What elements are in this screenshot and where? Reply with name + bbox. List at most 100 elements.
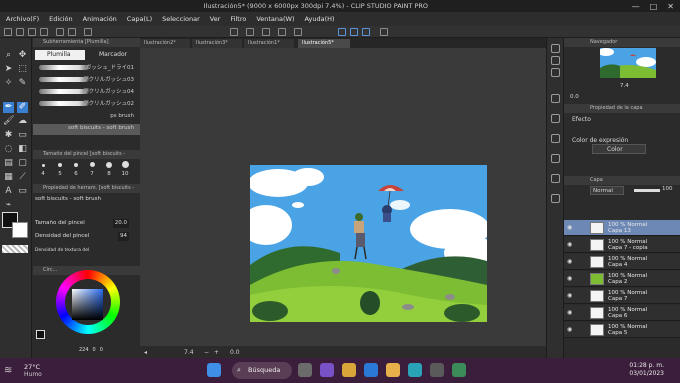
material-icon[interactable] (551, 94, 560, 103)
brush-size-row[interactable]: Tamaño del pincel 20.0 (35, 219, 139, 228)
save-icon[interactable] (40, 28, 48, 36)
blend-icon[interactable]: ◌ (3, 144, 14, 155)
invert-icon[interactable] (262, 28, 270, 36)
tab-marcador[interactable]: Marcador (87, 50, 137, 60)
figure-icon[interactable]: ▢ (17, 158, 28, 169)
balloon-icon[interactable]: ▭ (17, 186, 28, 197)
menu-ventana[interactable]: Ventana(W) (256, 15, 294, 23)
brush-item[interactable]: アクリルガッシュ04 (33, 86, 140, 97)
zoom-in-icon[interactable]: + (214, 349, 219, 356)
tool-settings-icon[interactable] (551, 56, 560, 65)
search-box[interactable]: ⌕ Búsqueda (232, 362, 292, 379)
menu-ver[interactable]: Ver (210, 15, 221, 23)
undo-icon[interactable] (56, 28, 64, 36)
pen-tool-icon[interactable]: ✒ (3, 102, 14, 113)
layer-row[interactable]: ◉ 100 % Normal Capa 7 (564, 288, 680, 304)
menu-seleccionar[interactable]: Seleccionar (162, 15, 200, 23)
eye-icon[interactable]: ◉ (567, 224, 572, 231)
brush-item[interactable]: アクリルガッシュ03 (33, 74, 140, 85)
nav-zoom-value[interactable]: 7.4 (620, 83, 629, 89)
eraser-icon[interactable]: ▭ (17, 130, 28, 141)
mail-icon[interactable] (364, 363, 378, 377)
size-option[interactable]: 4 (38, 171, 48, 177)
rotation-value[interactable]: 0.0 (230, 349, 240, 356)
nav-rotation-value[interactable]: 0.0 (570, 94, 579, 100)
file-explorer-icon[interactable] (386, 363, 400, 377)
tab-ilustracion5[interactable]: Ilustración5* (298, 39, 350, 48)
eyedropper-icon[interactable]: ✎ (17, 78, 28, 89)
snap-ruler-icon[interactable] (338, 28, 346, 36)
blend-mode-select[interactable]: Normal (590, 186, 624, 195)
layer-row[interactable]: ◉ 100 % Normal Capa 5 (564, 322, 680, 338)
maximize-button[interactable]: □ (650, 2, 658, 11)
menu-edicion[interactable]: Edición (49, 15, 73, 23)
task-view-icon[interactable] (298, 363, 312, 377)
size-option[interactable]: 5 (55, 171, 65, 177)
brush-density-value[interactable]: 94 (118, 232, 129, 241)
teams-icon[interactable] (320, 363, 334, 377)
brush-item[interactable]: ガッシュ_ドライ01 (33, 62, 140, 73)
current-color-swatch[interactable] (36, 330, 45, 339)
animation-icon[interactable] (551, 134, 560, 143)
clear-icon[interactable] (84, 28, 92, 36)
tab-ilustracion2[interactable]: Ilustración2* (140, 39, 190, 48)
magic-wand-icon[interactable]: ✧ (3, 78, 14, 89)
illustration-canvas[interactable] (250, 165, 487, 322)
history-icon[interactable] (551, 114, 560, 123)
redo-icon[interactable] (68, 28, 76, 36)
color-expression-select[interactable]: Color (592, 144, 646, 154)
size-option[interactable]: 7 (87, 171, 97, 177)
frame-icon[interactable]: ▦ (3, 172, 14, 183)
close-button[interactable]: ✕ (667, 2, 674, 11)
sub-color-swatch[interactable] (12, 222, 28, 238)
layer-row[interactable]: ◉ 100 % Normal Capa 6 (564, 305, 680, 321)
layer-row[interactable]: ◉ 100 % Normal Capa 2 (564, 271, 680, 287)
edge-icon[interactable] (408, 363, 422, 377)
app-icon[interactable] (4, 28, 12, 36)
menu-animacion[interactable]: Animación (83, 15, 117, 23)
zoom-tool-icon[interactable]: ⌕ (3, 50, 14, 61)
clock[interactable]: 01:28 p. m. 03/01/2023 (629, 362, 664, 378)
brush-item[interactable]: ps brush (33, 112, 140, 123)
deselect-icon[interactable] (246, 28, 254, 36)
weather-widget[interactable]: ≋ 27°C Humo (4, 361, 64, 381)
snap-special-icon[interactable] (362, 28, 370, 36)
chrome-icon[interactable] (342, 363, 356, 377)
size-option[interactable]: 10 (120, 171, 130, 177)
texture-density-row[interactable]: Densidad de textura del (35, 246, 139, 255)
object-tool-icon[interactable]: ➤ (3, 64, 14, 75)
canvas-area[interactable] (140, 48, 546, 346)
windows-start-icon[interactable] (207, 363, 221, 377)
brush-size-value[interactable]: 20.0 (112, 219, 129, 228)
menu-ayuda[interactable]: Ayuda(H) (305, 15, 335, 23)
saturation-value-picker[interactable] (72, 289, 103, 320)
brush-item-selected[interactable]: soft biscuits - soft brush (33, 124, 140, 135)
tab-plumilla[interactable]: Plumilla (35, 50, 85, 60)
tab-ilustracion1[interactable]: Ilustración1* (244, 39, 294, 48)
line-app-icon[interactable] (452, 363, 466, 377)
navigator-toggle-icon[interactable] (551, 44, 560, 53)
crop-icon[interactable] (294, 28, 302, 36)
layer-row[interactable]: ◉ 100 % Normal Capa 4 (564, 254, 680, 270)
scroll-left-icon[interactable]: ◂ (144, 349, 147, 356)
clip-studio-icon[interactable] (430, 363, 444, 377)
transparent-color-swatch[interactable] (2, 245, 28, 253)
eye-icon[interactable]: ◉ (567, 309, 572, 316)
gradient-icon[interactable]: ▤ (3, 158, 14, 169)
eye-icon[interactable]: ◉ (567, 275, 572, 282)
eye-icon[interactable]: ◉ (567, 326, 572, 333)
auto-action-icon[interactable] (551, 154, 560, 163)
sub-view-icon[interactable] (551, 194, 560, 203)
layer-row[interactable]: ◉ 100 % Normal Capa 13 (564, 220, 680, 236)
eye-icon[interactable]: ◉ (567, 241, 572, 248)
brush-tool-icon[interactable]: 🖌 (3, 116, 14, 127)
size-option[interactable]: 6 (71, 171, 81, 177)
brush-item[interactable]: アクリルガッシュ02 (33, 98, 140, 109)
opacity-slider[interactable] (634, 189, 660, 192)
ruler-icon[interactable]: ⟋ (17, 172, 28, 183)
new-file-icon[interactable] (16, 28, 24, 36)
correction-icon[interactable]: ⌁ (3, 200, 14, 211)
pencil-tool-icon[interactable]: ✐ (17, 102, 28, 113)
zoom-out-icon[interactable]: − (204, 349, 209, 356)
eye-icon[interactable]: ◉ (567, 292, 572, 299)
